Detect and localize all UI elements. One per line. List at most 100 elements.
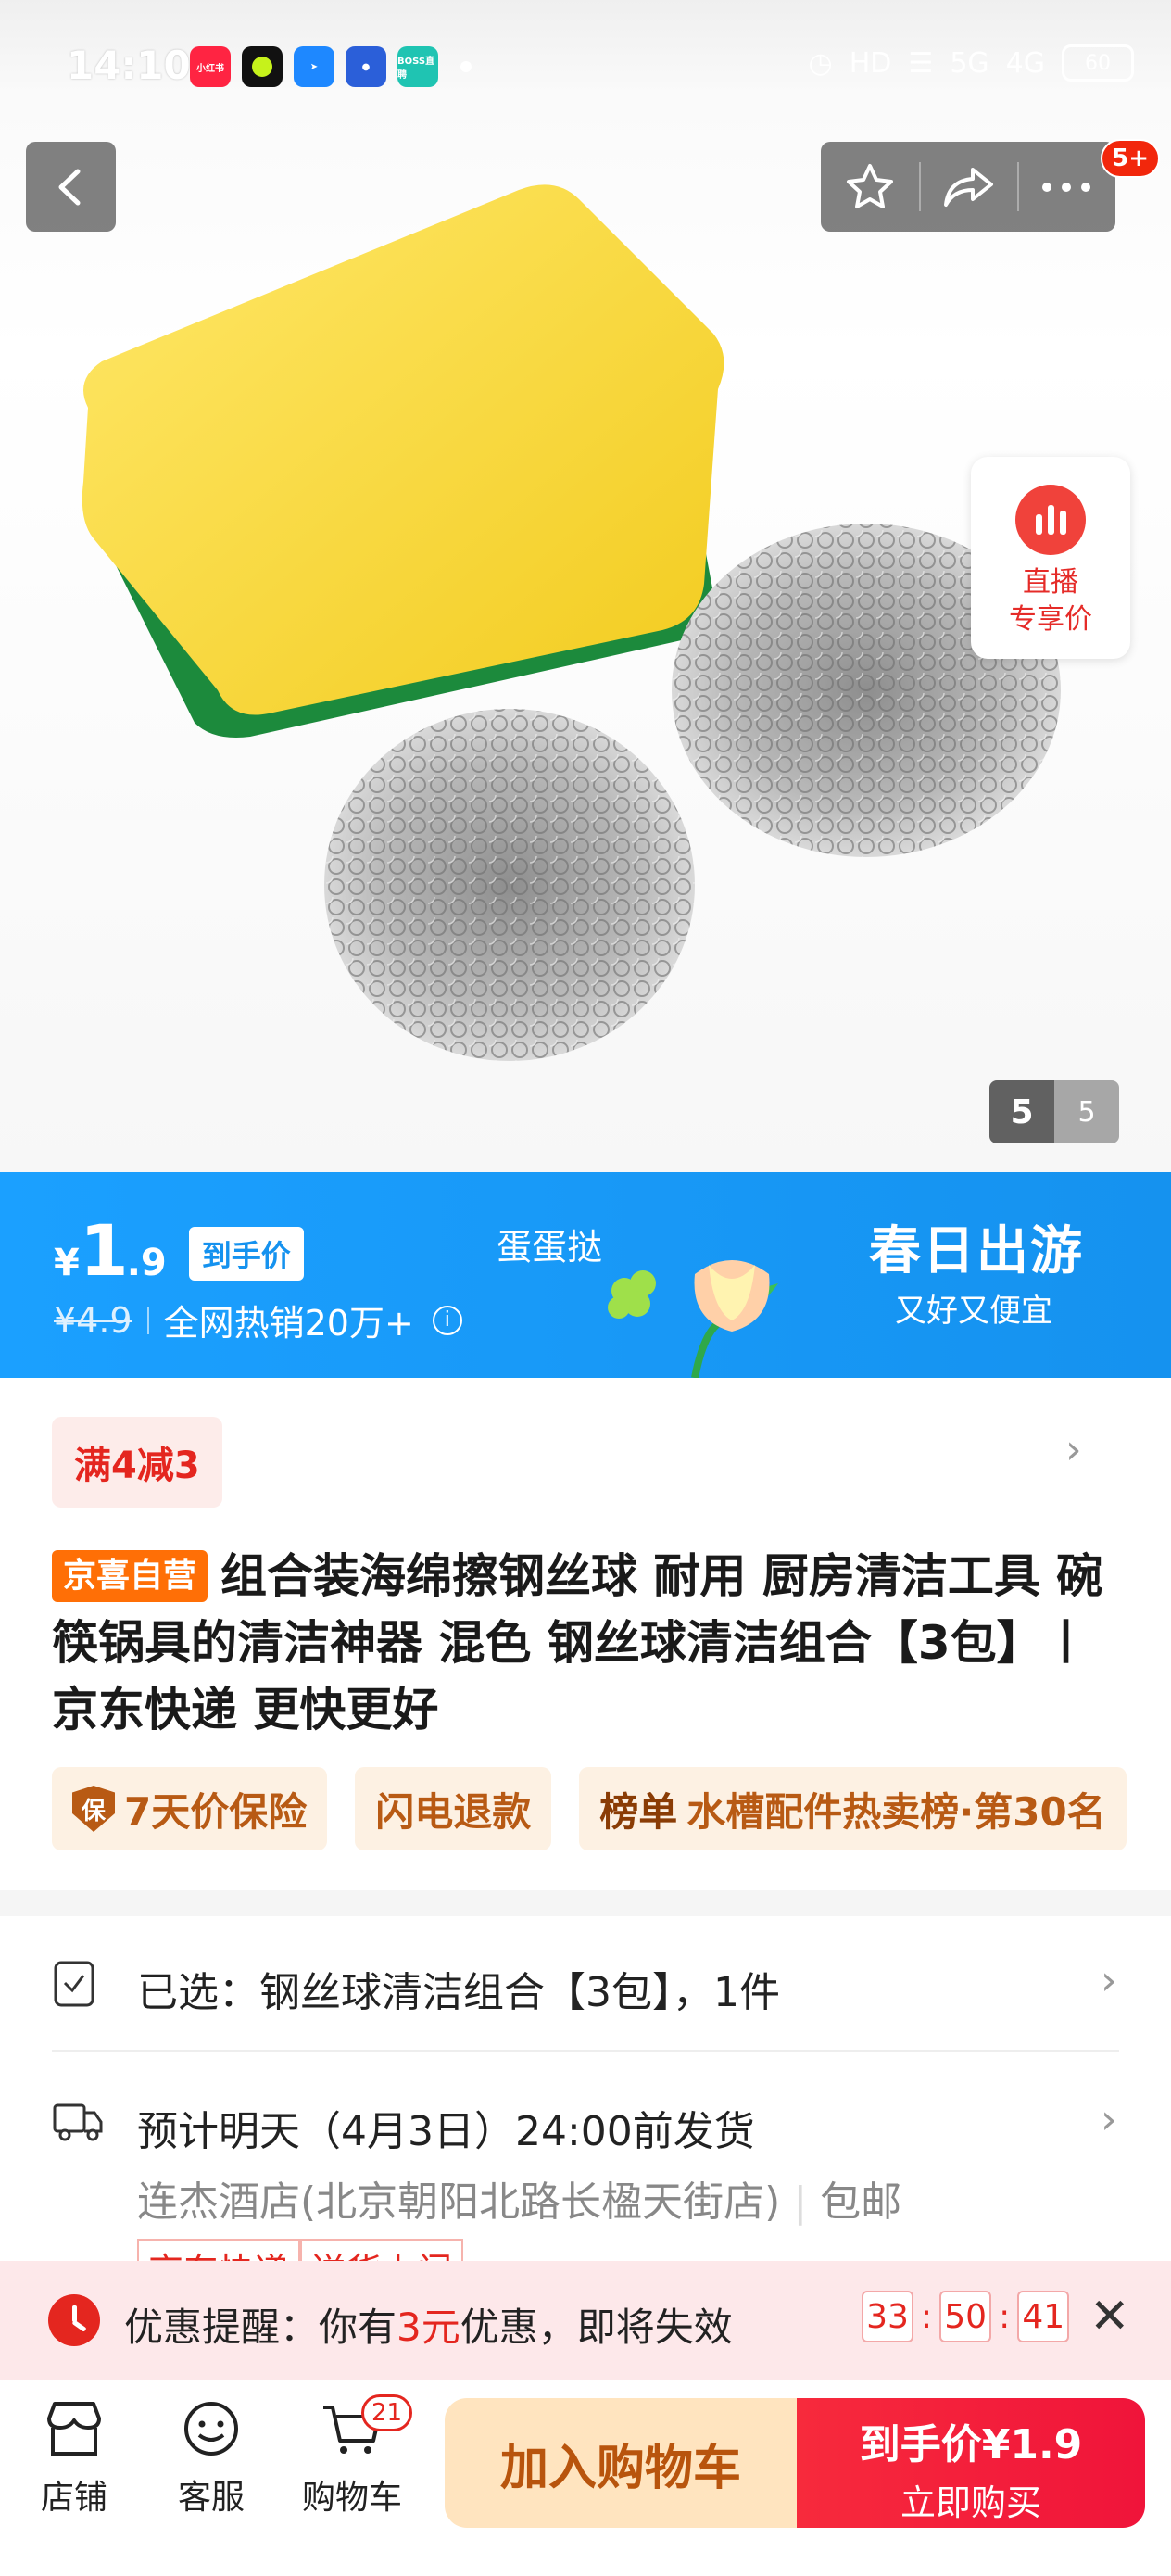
buy-label: 立即购买: [900, 2482, 1041, 2523]
reminder-prefix: 优惠提醒：你有: [124, 2305, 397, 2350]
chevron-right-icon[interactable]: ›: [1101, 1957, 1117, 2004]
wifi-icon: ☰: [908, 46, 934, 80]
price-integer: 1: [79, 1209, 129, 1292]
smiley-service-icon: [184, 2402, 238, 2456]
divider: [146, 1306, 149, 1334]
tag-text: 闪电退款: [375, 1788, 532, 1835]
shipping-free: 包邮: [820, 2178, 902, 2226]
top-actions: [821, 142, 1115, 232]
tag-text: 7天价保险: [124, 1788, 308, 1835]
image-total: 5: [1054, 1080, 1119, 1143]
live-price-card[interactable]: 直播 专享价: [971, 457, 1130, 659]
battery-icon: 60: [1062, 44, 1134, 82]
status-bar: 14:10 小红书 ➤ ● BOSS直聘 ◷ HD ☰ 5G 4G 60: [0, 0, 1171, 137]
bottom-action-bar: 店铺 客服 21 购物车 加入购物车 到手价¥1.9 立即购买: [0, 2380, 1171, 2576]
countdown-colon: :: [999, 2297, 1011, 2336]
notification-badge: 5+: [1101, 139, 1160, 178]
close-icon[interactable]: ✕: [1089, 2289, 1130, 2344]
cart-button[interactable]: 21 购物车: [287, 2394, 417, 2519]
more-notifications-dot: [460, 61, 472, 72]
boss-icon: BOSS直聘: [397, 46, 438, 87]
reminder-suffix: 优惠，即将失效: [460, 2305, 733, 2350]
product-info-card: 满4减3 › 京喜自营 组合装海绵擦钢丝球 耐用 厨房清洁工具 碗筷锅具的清洁神器…: [0, 1378, 1171, 1890]
service-tags: 保 7天价保险 闪电退款 榜单 水槽配件热卖榜·第30名: [52, 1767, 1127, 1850]
delivery-address-line: 连杰酒店(北京朝阳北路长楹天街店) | 包邮: [137, 2178, 902, 2226]
brand-label: 蛋蛋挞: [497, 1227, 603, 1268]
cart-count-badge: 21: [361, 2394, 413, 2431]
reminder-text: 优惠提醒：你有3元优惠，即将失效: [124, 2296, 733, 2353]
final-price-tag: 到手价: [188, 1227, 304, 1281]
chevron-right-icon[interactable]: ›: [1101, 2096, 1117, 2143]
shield-icon: 保: [72, 1786, 115, 1832]
customer-service-button[interactable]: 客服: [146, 2400, 276, 2519]
truck-icon: [53, 2103, 103, 2141]
reminder-amount: 3元: [397, 2305, 460, 2350]
selected-variant[interactable]: 已选：钢丝球清洁组合【3包】，1件: [137, 1959, 780, 2018]
delivery-address: 连杰酒店(北京朝阳北路长楹天街店): [137, 2178, 781, 2226]
signal-5g-icon: 5G: [950, 46, 989, 80]
countdown-minutes: 50: [939, 2291, 992, 2342]
star-icon: [847, 163, 893, 208]
divider: [52, 2050, 1119, 2052]
more-dots-icon: [1042, 182, 1090, 192]
hd-icon: HD: [849, 46, 892, 80]
product-image-gallery[interactable]: 14:10 小红书 ➤ ● BOSS直聘 ◷ HD ☰ 5G 4G 60 5+ …: [0, 0, 1171, 1172]
product-title: 京喜自营 组合装海绵擦钢丝球 耐用 厨房清洁工具 碗筷锅具的清洁神器 混色 钢丝球…: [52, 1543, 1127, 1743]
selection-icon: [54, 1961, 94, 2007]
clock-icon: [48, 2294, 100, 2346]
live-label-line2: 专享价: [1009, 603, 1092, 636]
app-icon: ➤: [294, 46, 334, 87]
chevron-right-icon[interactable]: ›: [1065, 1426, 1082, 1473]
ranking-prefix: 榜单: [599, 1788, 678, 1835]
countdown-timer: 33 : 50 : 41: [862, 2291, 1070, 2342]
service-label: 客服: [177, 2479, 245, 2517]
price-banner: ¥ 1 .9 到手价 ¥4.9 全网热销20万+ i 蛋蛋挞 春日出游 又好又便…: [0, 1172, 1171, 1378]
price-protection-tag[interactable]: 保 7天价保险: [52, 1767, 328, 1850]
favorite-button[interactable]: [821, 142, 919, 232]
ranking-tag[interactable]: 榜单 水槽配件热卖榜·第30名: [579, 1767, 1127, 1850]
app-icon: [242, 46, 283, 87]
fast-refund-tag[interactable]: 闪电退款: [355, 1767, 552, 1850]
xiaohongshu-icon: 小红书: [190, 46, 231, 87]
promo-chip[interactable]: 满4减3: [52, 1417, 222, 1508]
share-icon: [944, 167, 993, 207]
cart-label: 购物车: [301, 2479, 402, 2517]
campaign-subtitle: 又好又便宜: [895, 1293, 1052, 1330]
currency-symbol: ¥: [54, 1242, 80, 1284]
status-time: 14:10: [67, 43, 191, 88]
campaign-title: 春日出游: [869, 1221, 1084, 1282]
store-button[interactable]: 店铺: [9, 2400, 139, 2519]
buy-now-button[interactable]: 到手价¥1.9 立即购买: [797, 2398, 1145, 2528]
live-label-line1: 直播: [1023, 566, 1078, 599]
countdown-colon: :: [921, 2297, 933, 2336]
buy-price: 到手价¥1.9: [859, 2421, 1083, 2469]
image-counter: 5 5: [989, 1080, 1119, 1143]
signal-4g-icon: 4G: [1005, 46, 1045, 80]
system-icons: ◷ HD ☰ 5G 4G 60: [809, 44, 1134, 82]
store-label: 店铺: [40, 2479, 107, 2517]
back-button[interactable]: [26, 142, 116, 232]
sales-text: 全网热销20万+: [163, 1303, 414, 1344]
tulip-decoration-icon: [608, 1260, 778, 1378]
options-card: 已选：钢丝球清洁组合【3包】，1件 › 预计明天（4月3日）24:00前发货 ›…: [0, 1916, 1171, 2297]
info-icon[interactable]: i: [432, 1305, 462, 1335]
price-decimal: .9: [126, 1242, 167, 1284]
self-operated-tag: 京喜自营: [52, 1550, 208, 1602]
ranking-text: 水槽配件热卖榜·第30名: [686, 1788, 1106, 1835]
alarm-icon: ◷: [808, 46, 833, 80]
image-current: 5: [989, 1080, 1054, 1143]
baidu-icon: ●: [346, 46, 386, 87]
countdown-seconds: 41: [1017, 2291, 1070, 2342]
add-to-cart-button[interactable]: 加入购物车: [445, 2398, 797, 2528]
share-button[interactable]: [919, 142, 1017, 232]
countdown-hours: 33: [862, 2291, 913, 2342]
product-title-text: 组合装海绵擦钢丝球 耐用 厨房清洁工具 碗筷锅具的清洁神器 混色 钢丝球清洁组合…: [52, 1549, 1103, 1736]
status-app-icons: 小红书 ➤ ● BOSS直聘: [190, 46, 472, 87]
original-price: ¥4.9: [54, 1299, 132, 1341]
original-price-line: ¥4.9 全网热销20万+ i: [54, 1294, 462, 1345]
price-line: ¥ 1 .9 到手价: [54, 1209, 304, 1292]
discount-reminder-bar[interactable]: 优惠提醒：你有3元优惠，即将失效 33 : 50 : 41 ✕: [0, 2261, 1171, 2380]
delivery-estimate[interactable]: 预计明天（4月3日）24:00前发货: [137, 2098, 755, 2157]
chevron-left-icon: [58, 169, 81, 206]
live-icon: [1015, 485, 1086, 555]
